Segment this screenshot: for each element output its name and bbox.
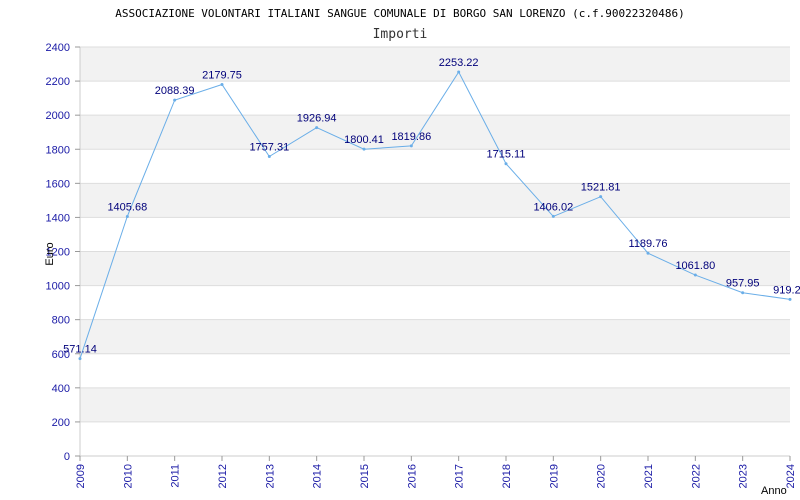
data-point: [599, 195, 603, 199]
data-label: 1405.68: [107, 201, 147, 213]
y-tick-label: 200: [52, 417, 70, 429]
data-point: [267, 155, 271, 159]
data-point: [409, 144, 413, 148]
y-tick-label: 2200: [46, 76, 70, 88]
y-tick-label: 400: [52, 383, 70, 395]
chart-subtitle: Importi: [373, 27, 428, 42]
grid-band: [80, 353, 790, 388]
data-point: [693, 273, 697, 277]
x-tick-label: 2024: [785, 464, 797, 488]
line-chart: ASSOCIAZIONE VOLONTARI ITALIANI SANGUE C…: [44, 7, 800, 497]
data-label: 1715.11: [487, 149, 526, 161]
data-label: 1926.94: [297, 113, 337, 125]
x-tick-label: 2021: [643, 464, 655, 488]
grid-band: [80, 421, 790, 456]
x-tick-label: 2012: [217, 464, 229, 488]
x-tick-label: 2011: [170, 464, 182, 488]
data-label: 1757.31: [249, 142, 289, 154]
grid-band: [80, 285, 790, 320]
data-point: [457, 70, 461, 74]
data-point: [362, 147, 366, 151]
data-label: 2179.75: [202, 70, 242, 82]
x-tick-label: 2023: [738, 464, 750, 488]
data-point: [220, 83, 224, 87]
x-tick-label: 2013: [264, 464, 276, 488]
grid-band: [80, 47, 790, 82]
x-tick-label: 2009: [75, 464, 87, 488]
x-tick-label: 2022: [690, 464, 702, 488]
x-tick-label: 2020: [596, 464, 608, 488]
y-axis-label: Euro: [44, 242, 56, 265]
data-point: [173, 98, 177, 102]
data-label: 1189.76: [629, 238, 668, 250]
y-tick-label: 1600: [46, 178, 70, 190]
grid-band: [80, 387, 790, 422]
y-tick-label: 0: [64, 451, 70, 463]
data-label: 1800.41: [344, 134, 384, 146]
x-tick-label: 2019: [548, 464, 560, 488]
data-point: [551, 214, 555, 218]
data-label: 919.21: [773, 284, 800, 296]
y-tick-label: 2000: [46, 110, 70, 122]
y-tick-label: 1800: [46, 144, 70, 156]
grid-band: [80, 183, 790, 218]
y-tick-label: 800: [52, 315, 70, 327]
x-tick-label: 2017: [454, 464, 466, 488]
data-point: [125, 214, 129, 218]
data-point: [741, 291, 745, 295]
x-tick-label: 2015: [359, 464, 371, 488]
chart-title: ASSOCIAZIONE VOLONTARI ITALIANI SANGUE C…: [115, 7, 685, 20]
data-label: 2088.39: [155, 85, 195, 97]
grid-band: [80, 319, 790, 354]
y-tick-label: 1000: [46, 281, 70, 293]
x-tick-label: 2018: [501, 464, 513, 488]
data-label: 1819.86: [391, 131, 431, 143]
data-label: 957.95: [726, 278, 760, 290]
y-tick-label: 1400: [46, 212, 70, 224]
data-point: [646, 251, 650, 255]
x-axis-label: Anno: [761, 485, 787, 497]
y-tick-label: 2400: [46, 42, 70, 54]
grid-band: [80, 149, 790, 184]
data-label: 1521.81: [581, 182, 621, 194]
data-label: 1406.02: [533, 201, 573, 213]
data-label: 2253.22: [439, 57, 479, 69]
x-tick-label: 2016: [406, 464, 418, 488]
x-axis-ticks: 2009 2010 2011 2012 2013 2014 2015 2016 2017 2018…: [75, 456, 797, 488]
data-point: [504, 162, 508, 166]
data-label: 1061.80: [675, 260, 715, 272]
data-point: [315, 126, 319, 130]
grid-band: [80, 115, 790, 150]
data-point: [788, 297, 792, 301]
x-tick-label: 2010: [122, 464, 134, 488]
data-point: [78, 357, 82, 361]
x-tick-label: 2014: [312, 464, 324, 488]
data-label: 571.14: [63, 344, 97, 356]
grid-band: [80, 217, 790, 252]
